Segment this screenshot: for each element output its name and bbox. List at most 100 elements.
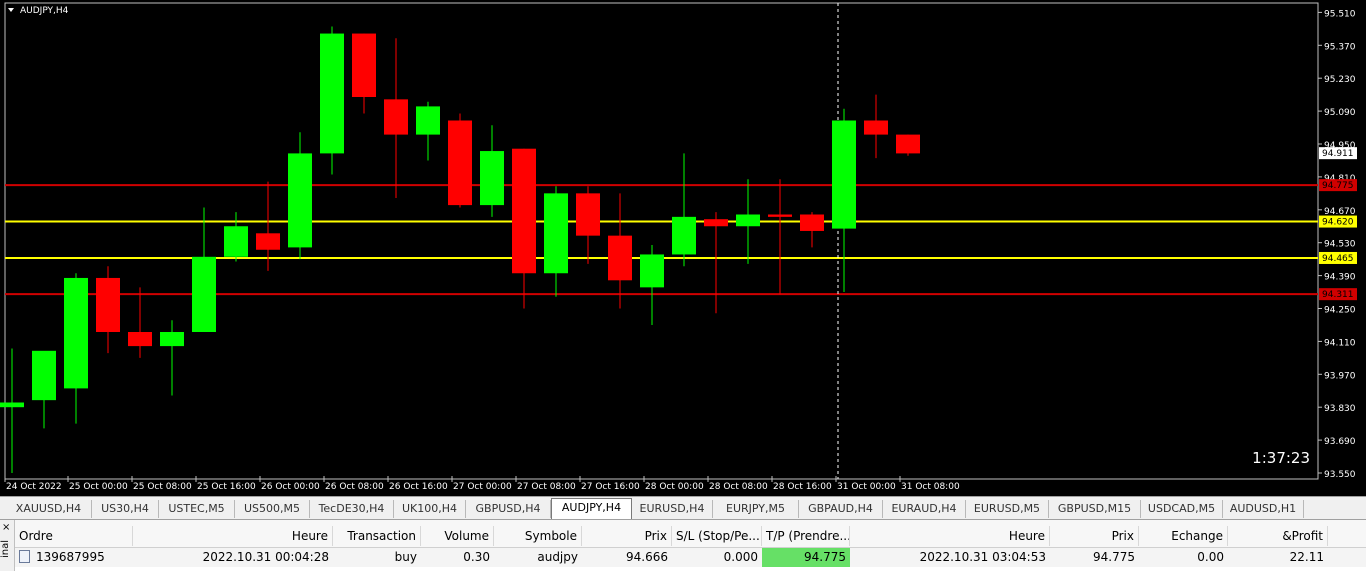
tab-us30-h4[interactable]: US30,H4 [92, 500, 159, 518]
time-tick-label: 28 Oct 16:00 [773, 482, 832, 492]
time-tick-label: 26 Oct 16:00 [389, 482, 448, 492]
time-tick-label: 26 Oct 08:00 [325, 482, 384, 492]
candle-body [64, 277, 88, 389]
level-price-label: 94.465 [1322, 254, 1354, 264]
volume-cell: 0.30 [463, 550, 490, 564]
candle-body [544, 193, 568, 274]
column-header[interactable]: Symbole [494, 526, 582, 546]
tab-audjpy-h4[interactable]: AUDJPY,H4 [551, 498, 632, 519]
candle-countdown: 1:37:23 [1252, 449, 1310, 467]
candle-body [192, 256, 216, 332]
price-chart[interactable]: AUDJPY,H4 95.510 95.370 95.230 95.090 94.950 9… [0, 0, 1366, 496]
price-tick-label: 94.110 [1324, 338, 1356, 348]
time-tick-label: 27 Oct 08:00 [517, 482, 576, 492]
tab-us500-m5[interactable]: US500,M5 [235, 500, 310, 518]
column-header[interactable]: Prix [1050, 526, 1139, 546]
tab-usdcad-m5[interactable]: USDCAD,M5 [1141, 500, 1223, 518]
profit-cell: 22.11 [1289, 550, 1324, 564]
candle-body [352, 33, 376, 97]
candle-body [288, 153, 312, 248]
price-tick-label: 95.090 [1324, 108, 1356, 118]
column-header[interactable]: S/L (Stop/Pe... [672, 526, 762, 546]
candle-body [704, 219, 728, 227]
candle-body [96, 277, 120, 332]
candle-body [320, 33, 344, 154]
tab-tecde30-h4[interactable]: TecDE30,H4 [310, 500, 394, 518]
tab-eurusd-h4[interactable]: EURUSD,H4 [632, 500, 713, 518]
chart-tab-bar: XAUUSD,H4 US30,H4 USTEC,M5 US500,M5 TecDE30,… [0, 496, 1366, 520]
price-cell: 94.666 [626, 550, 668, 564]
time-tick-label: 31 Oct 00:00 [837, 482, 896, 492]
column-header[interactable]: &Profit [1228, 526, 1328, 546]
candle-body [160, 332, 184, 347]
column-header[interactable]: Ordre [15, 526, 133, 546]
candle-body [512, 148, 536, 274]
price-tick-label: 94.250 [1324, 306, 1356, 316]
level-price-label: 94.620 [1322, 218, 1354, 228]
order-cell: 139687995 [15, 548, 133, 567]
terminal-side-strip: × inal [0, 520, 15, 571]
candlestick-chart-svg[interactable]: AUDJPY,H4 95.51095.37095.23095.09094.9509… [0, 0, 1366, 496]
close-price-cell: 94.775 [1093, 550, 1135, 564]
symbol-cell: audjpy [537, 550, 578, 564]
time-tick-label: 27 Oct 00:00 [453, 482, 512, 492]
tab-gbpusd-h4[interactable]: GBPUSD,H4 [466, 500, 551, 518]
candle-body [768, 214, 792, 217]
tab-eurjpy-m5[interactable]: EURJPY,M5 [713, 500, 799, 518]
price-tick-label: 95.370 [1324, 42, 1356, 52]
transaction-cell: buy [394, 550, 417, 564]
column-header[interactable]: Echange [1139, 526, 1228, 546]
current-price-label: 94.911 [1322, 149, 1354, 159]
price-tick-label: 95.230 [1324, 75, 1356, 85]
time-tick-label: 26 Oct 00:00 [261, 482, 320, 492]
order-icon [19, 550, 30, 563]
time-tick-label: 25 Oct 00:00 [69, 482, 128, 492]
time-tick-label: 27 Oct 16:00 [581, 482, 640, 492]
level-price-label: 94.311 [1322, 290, 1354, 300]
candle-body [416, 106, 440, 135]
tab-gbpusd-m15[interactable]: GBPUSD,M15 [1049, 500, 1141, 518]
candle-body [32, 350, 56, 401]
column-header[interactable]: Volume [421, 526, 494, 546]
price-tick-label: 94.670 [1324, 207, 1356, 217]
column-header[interactable]: T/P (Prendre... [762, 526, 850, 546]
tab-uk100-h4[interactable]: UK100,H4 [394, 500, 466, 518]
table-row[interactable]: 139687995 2022.10.31 00:04:28 buy 0.30 audjp… [15, 548, 1366, 567]
candle-body [608, 235, 632, 281]
time-tick-label: 25 Oct 08:00 [133, 482, 192, 492]
tab-audusd-h1[interactable]: AUDUSD,H1 [1223, 500, 1304, 518]
close-icon[interactable]: × [2, 522, 10, 533]
column-header[interactable]: Prix [582, 526, 672, 546]
plot-frame [4, 2, 1319, 480]
sl-cell: 0.000 [723, 550, 758, 564]
price-tick-label: 93.830 [1324, 404, 1356, 414]
candle-body [640, 254, 664, 288]
column-header[interactable]: Heure [850, 526, 1050, 546]
chart-menu-triangle-icon [8, 8, 14, 12]
symbol-label: AUDJPY,H4 [20, 6, 69, 16]
level-price-label: 94.775 [1322, 181, 1354, 191]
column-header[interactable]: Transaction [333, 526, 421, 546]
time-tick-label: 24 Oct 2022 [6, 482, 62, 492]
candle-body [256, 233, 280, 250]
candle-body [480, 151, 504, 206]
column-header[interactable]: Heure [133, 526, 333, 546]
tab-gbpaud-h4[interactable]: GBPAUD,H4 [799, 500, 883, 518]
tab-ustec-m5[interactable]: USTEC,M5 [159, 500, 235, 518]
time-cell: 2022.10.31 00:04:28 [202, 550, 329, 564]
candle-body [576, 193, 600, 236]
close-time-cell: 2022.10.31 03:04:53 [919, 550, 1046, 564]
price-tick-label: 93.690 [1324, 437, 1356, 447]
price-tick-label: 93.970 [1324, 371, 1356, 381]
trade-table-header: Ordre Heure Transaction Volume Symbole Prix S/… [15, 520, 1366, 548]
time-tick-label: 28 Oct 08:00 [709, 482, 768, 492]
tab-xauusd-h4[interactable]: XAUUSD,H4 [6, 500, 92, 518]
price-tick-label: 93.550 [1324, 470, 1356, 480]
terminal-side-label: inal [0, 540, 11, 559]
price-tick-label: 94.530 [1324, 240, 1356, 250]
candle-body [224, 226, 248, 257]
tab-eurusd-m5[interactable]: EURUSD,M5 [966, 500, 1049, 518]
price-tick-label: 95.510 [1324, 9, 1356, 19]
candle-body [864, 120, 888, 135]
tab-euraud-h4[interactable]: EURAUD,H4 [883, 500, 966, 518]
